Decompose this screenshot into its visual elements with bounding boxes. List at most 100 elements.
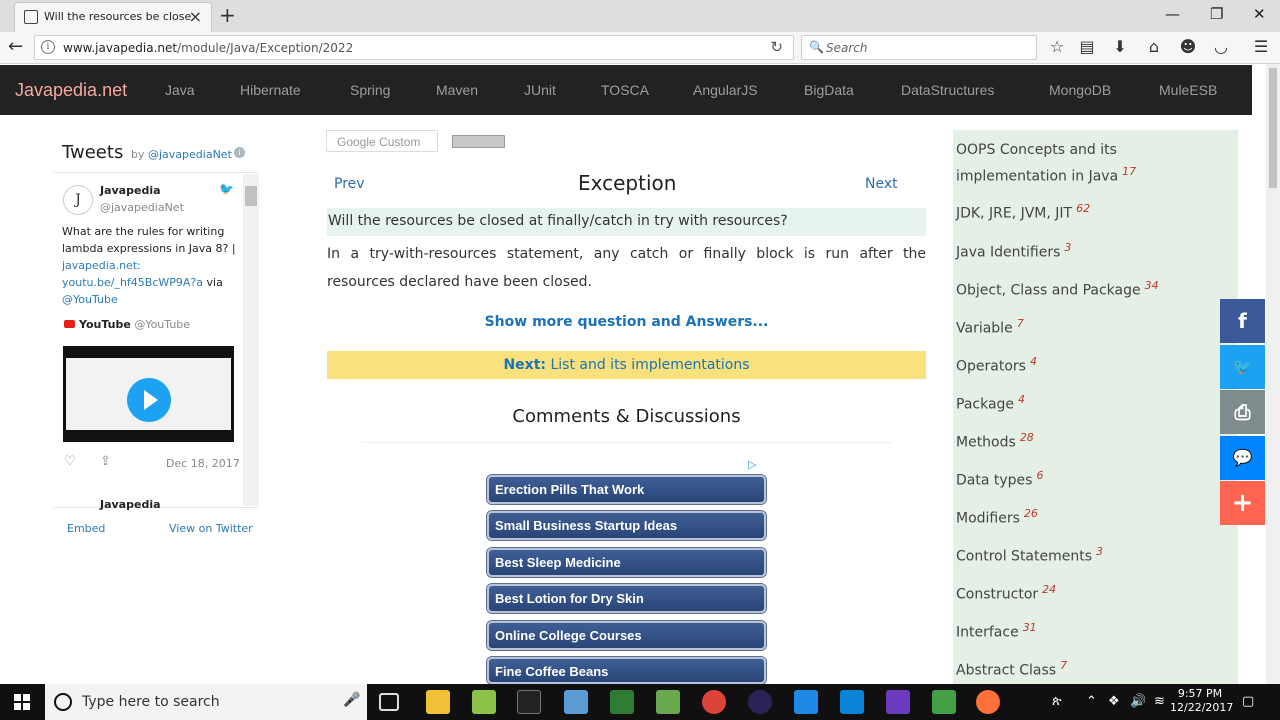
file-explorer-icon[interactable] bbox=[426, 690, 450, 714]
sidebar-item[interactable]: OOPS Concepts and its implementation in … bbox=[956, 140, 1156, 188]
sidebar-item[interactable]: Methods 28 bbox=[956, 427, 1034, 454]
edge-icon[interactable] bbox=[794, 690, 818, 714]
menu-spring[interactable]: Spring bbox=[350, 82, 390, 98]
sidebar-item[interactable]: Constructor 24 bbox=[956, 579, 1056, 606]
youtube-card-source[interactable]: YouTube @YouTube bbox=[64, 318, 190, 331]
bookmark-star-icon[interactable]: ☆ bbox=[1047, 37, 1067, 56]
tweet-link-youtube[interactable]: youtu.be/_hf45BcWP9A?a bbox=[62, 276, 203, 289]
app-icon[interactable] bbox=[932, 690, 956, 714]
next-tweet-author[interactable]: Javapedia bbox=[100, 498, 161, 511]
timeline-scrollbar[interactable] bbox=[243, 174, 259, 506]
sidebar-item[interactable]: Package 4 bbox=[956, 389, 1025, 416]
search-button[interactable] bbox=[452, 135, 505, 148]
sidebar-item[interactable]: JDK, JRE, JVM, JIT 62 bbox=[956, 198, 1090, 225]
more-icon[interactable]: + bbox=[1220, 481, 1265, 525]
embed-link[interactable]: Embed bbox=[67, 522, 105, 535]
menu-mongodb[interactable]: MongoDB bbox=[1049, 82, 1111, 98]
page-scrollbar[interactable] bbox=[1266, 64, 1280, 684]
site-info-icon[interactable]: i bbox=[41, 40, 55, 54]
prev-link[interactable]: Prev bbox=[334, 176, 365, 192]
menu-icon[interactable]: ☰ bbox=[1251, 37, 1271, 56]
visual-studio-icon[interactable] bbox=[886, 690, 910, 714]
menu-maven[interactable]: Maven bbox=[436, 82, 478, 98]
taskbar-search[interactable]: Type here to search 🎤 bbox=[45, 684, 367, 720]
sidebar-item[interactable]: Interface 31 bbox=[956, 617, 1037, 644]
volume-icon[interactable]: 🔊 bbox=[1130, 694, 1146, 709]
eclipse-icon[interactable] bbox=[748, 690, 772, 714]
terminal-icon[interactable] bbox=[517, 690, 541, 714]
view-on-twitter-link[interactable]: View on Twitter bbox=[169, 522, 253, 535]
chrome-icon[interactable] bbox=[702, 690, 726, 714]
tweets-by-handle[interactable]: @javapediaNet bbox=[148, 148, 232, 161]
next-topic-link[interactable]: List and its implementations bbox=[550, 357, 749, 373]
wifi-icon[interactable]: ≋ bbox=[1154, 694, 1165, 709]
maximize-icon[interactable]: ❐ bbox=[1210, 5, 1223, 23]
new-tab-icon[interactable]: + bbox=[219, 3, 236, 27]
video-thumbnail[interactable] bbox=[63, 346, 234, 442]
app-icon[interactable] bbox=[472, 690, 496, 714]
page-scrollbar-thumb[interactable] bbox=[1269, 68, 1277, 188]
site-logo[interactable]: Javapedia.net bbox=[15, 80, 127, 101]
ad-button[interactable]: Small Business Startup Ideas bbox=[487, 511, 766, 540]
menu-datastructures[interactable]: DataStructures bbox=[901, 82, 994, 98]
twitter-bird-icon[interactable]: 🐦 bbox=[219, 182, 234, 196]
menu-angularjs[interactable]: AngularJS bbox=[693, 82, 758, 98]
close-window-icon[interactable]: ✕ bbox=[1253, 5, 1266, 23]
menu-tosca[interactable]: TOSCA bbox=[601, 82, 649, 98]
show-more-link[interactable]: Show more question and Answers... bbox=[327, 314, 926, 330]
play-icon[interactable] bbox=[127, 378, 171, 422]
avatar[interactable]: J bbox=[63, 185, 93, 215]
tweet-author-name[interactable]: Javapedia bbox=[100, 184, 161, 197]
google-custom-search-input[interactable]: Google Custom bbox=[326, 130, 438, 152]
pocket-icon[interactable]: ◡ bbox=[1211, 37, 1231, 56]
ad-button[interactable]: Erection Pills That Work bbox=[487, 475, 766, 504]
tweet-date[interactable]: Dec 18, 2017 bbox=[166, 457, 240, 470]
sidebar-item[interactable]: Modifiers 26 bbox=[956, 503, 1038, 530]
sidebar-item[interactable]: Abstract Class 7 bbox=[956, 655, 1067, 682]
next-link[interactable]: Next bbox=[865, 176, 898, 192]
ad-button[interactable]: Best Sleep Medicine bbox=[487, 548, 766, 577]
reading-list-icon[interactable]: ▤ bbox=[1077, 37, 1097, 56]
heart-icon[interactable]: ♡ bbox=[64, 454, 76, 469]
chevron-up-icon[interactable]: ⌃ bbox=[1086, 694, 1097, 709]
remote-desktop-icon[interactable] bbox=[564, 690, 588, 714]
print-icon[interactable]: ⎙ bbox=[1220, 390, 1265, 434]
windows-start-icon[interactable] bbox=[14, 694, 30, 710]
microphone-icon[interactable]: 🎤 bbox=[343, 692, 360, 708]
share-icon[interactable]: ⇪ bbox=[100, 454, 111, 469]
clock[interactable]: 9:57 PM 12/22/2017 bbox=[1170, 687, 1233, 715]
store-icon[interactable] bbox=[840, 690, 864, 714]
menu-hibernate[interactable]: Hibernate bbox=[240, 82, 301, 98]
people-icon[interactable]: ጵ bbox=[1052, 694, 1062, 709]
sidebar-item[interactable]: Object, Class and Package 34 bbox=[956, 275, 1159, 302]
tweet-author-handle[interactable]: @javapediaNet bbox=[100, 201, 184, 214]
menu-muleesb[interactable]: MuleESB bbox=[1159, 82, 1217, 98]
firefox-icon[interactable] bbox=[976, 690, 1000, 714]
next-topic-bar[interactable]: Next: List and its implementations bbox=[327, 351, 926, 379]
menu-java[interactable]: Java bbox=[165, 82, 195, 98]
tweet-link-youtube-handle[interactable]: @YouTube bbox=[62, 293, 118, 306]
info-icon[interactable]: i bbox=[234, 147, 245, 158]
menu-bigdata[interactable]: BigData bbox=[804, 82, 854, 98]
browser-search-box[interactable]: 🔍 Search bbox=[801, 35, 1037, 60]
menu-junit[interactable]: JUnit bbox=[524, 82, 556, 98]
sidebar-item[interactable]: Variable 7 bbox=[956, 313, 1024, 340]
sidebar-item[interactable]: Control Statements 3 bbox=[956, 541, 1103, 568]
sidebar-item[interactable]: Data types 6 bbox=[956, 465, 1043, 492]
ad-button[interactable]: Online College Courses bbox=[487, 621, 766, 650]
task-view-icon[interactable] bbox=[379, 693, 399, 711]
timeline-scrollbar-thumb[interactable] bbox=[245, 186, 257, 206]
ad-button[interactable]: Fine Coffee Beans bbox=[487, 657, 766, 684]
sidebar-item[interactable]: Operators 4 bbox=[956, 351, 1037, 378]
ad-button[interactable]: Best Lotion for Dry Skin bbox=[487, 584, 766, 613]
download-icon[interactable]: ⬇ bbox=[1110, 37, 1130, 56]
facebook-icon[interactable]: f bbox=[1220, 299, 1265, 343]
reload-icon[interactable]: ↻ bbox=[770, 38, 783, 56]
minimize-icon[interactable]: — bbox=[1165, 5, 1180, 23]
tweet-link-javapedia[interactable]: javapedia.net: bbox=[62, 259, 141, 272]
back-icon[interactable]: ← bbox=[8, 36, 23, 57]
address-bar[interactable]: i www.javapedia.net/module/Java/Exceptio… bbox=[34, 35, 794, 60]
sidebar-item[interactable]: Java Identifiers 3 bbox=[956, 237, 1071, 264]
twitter-icon[interactable]: 🐦 bbox=[1220, 345, 1265, 389]
adchoices-icon[interactable]: ▷ bbox=[748, 458, 756, 471]
